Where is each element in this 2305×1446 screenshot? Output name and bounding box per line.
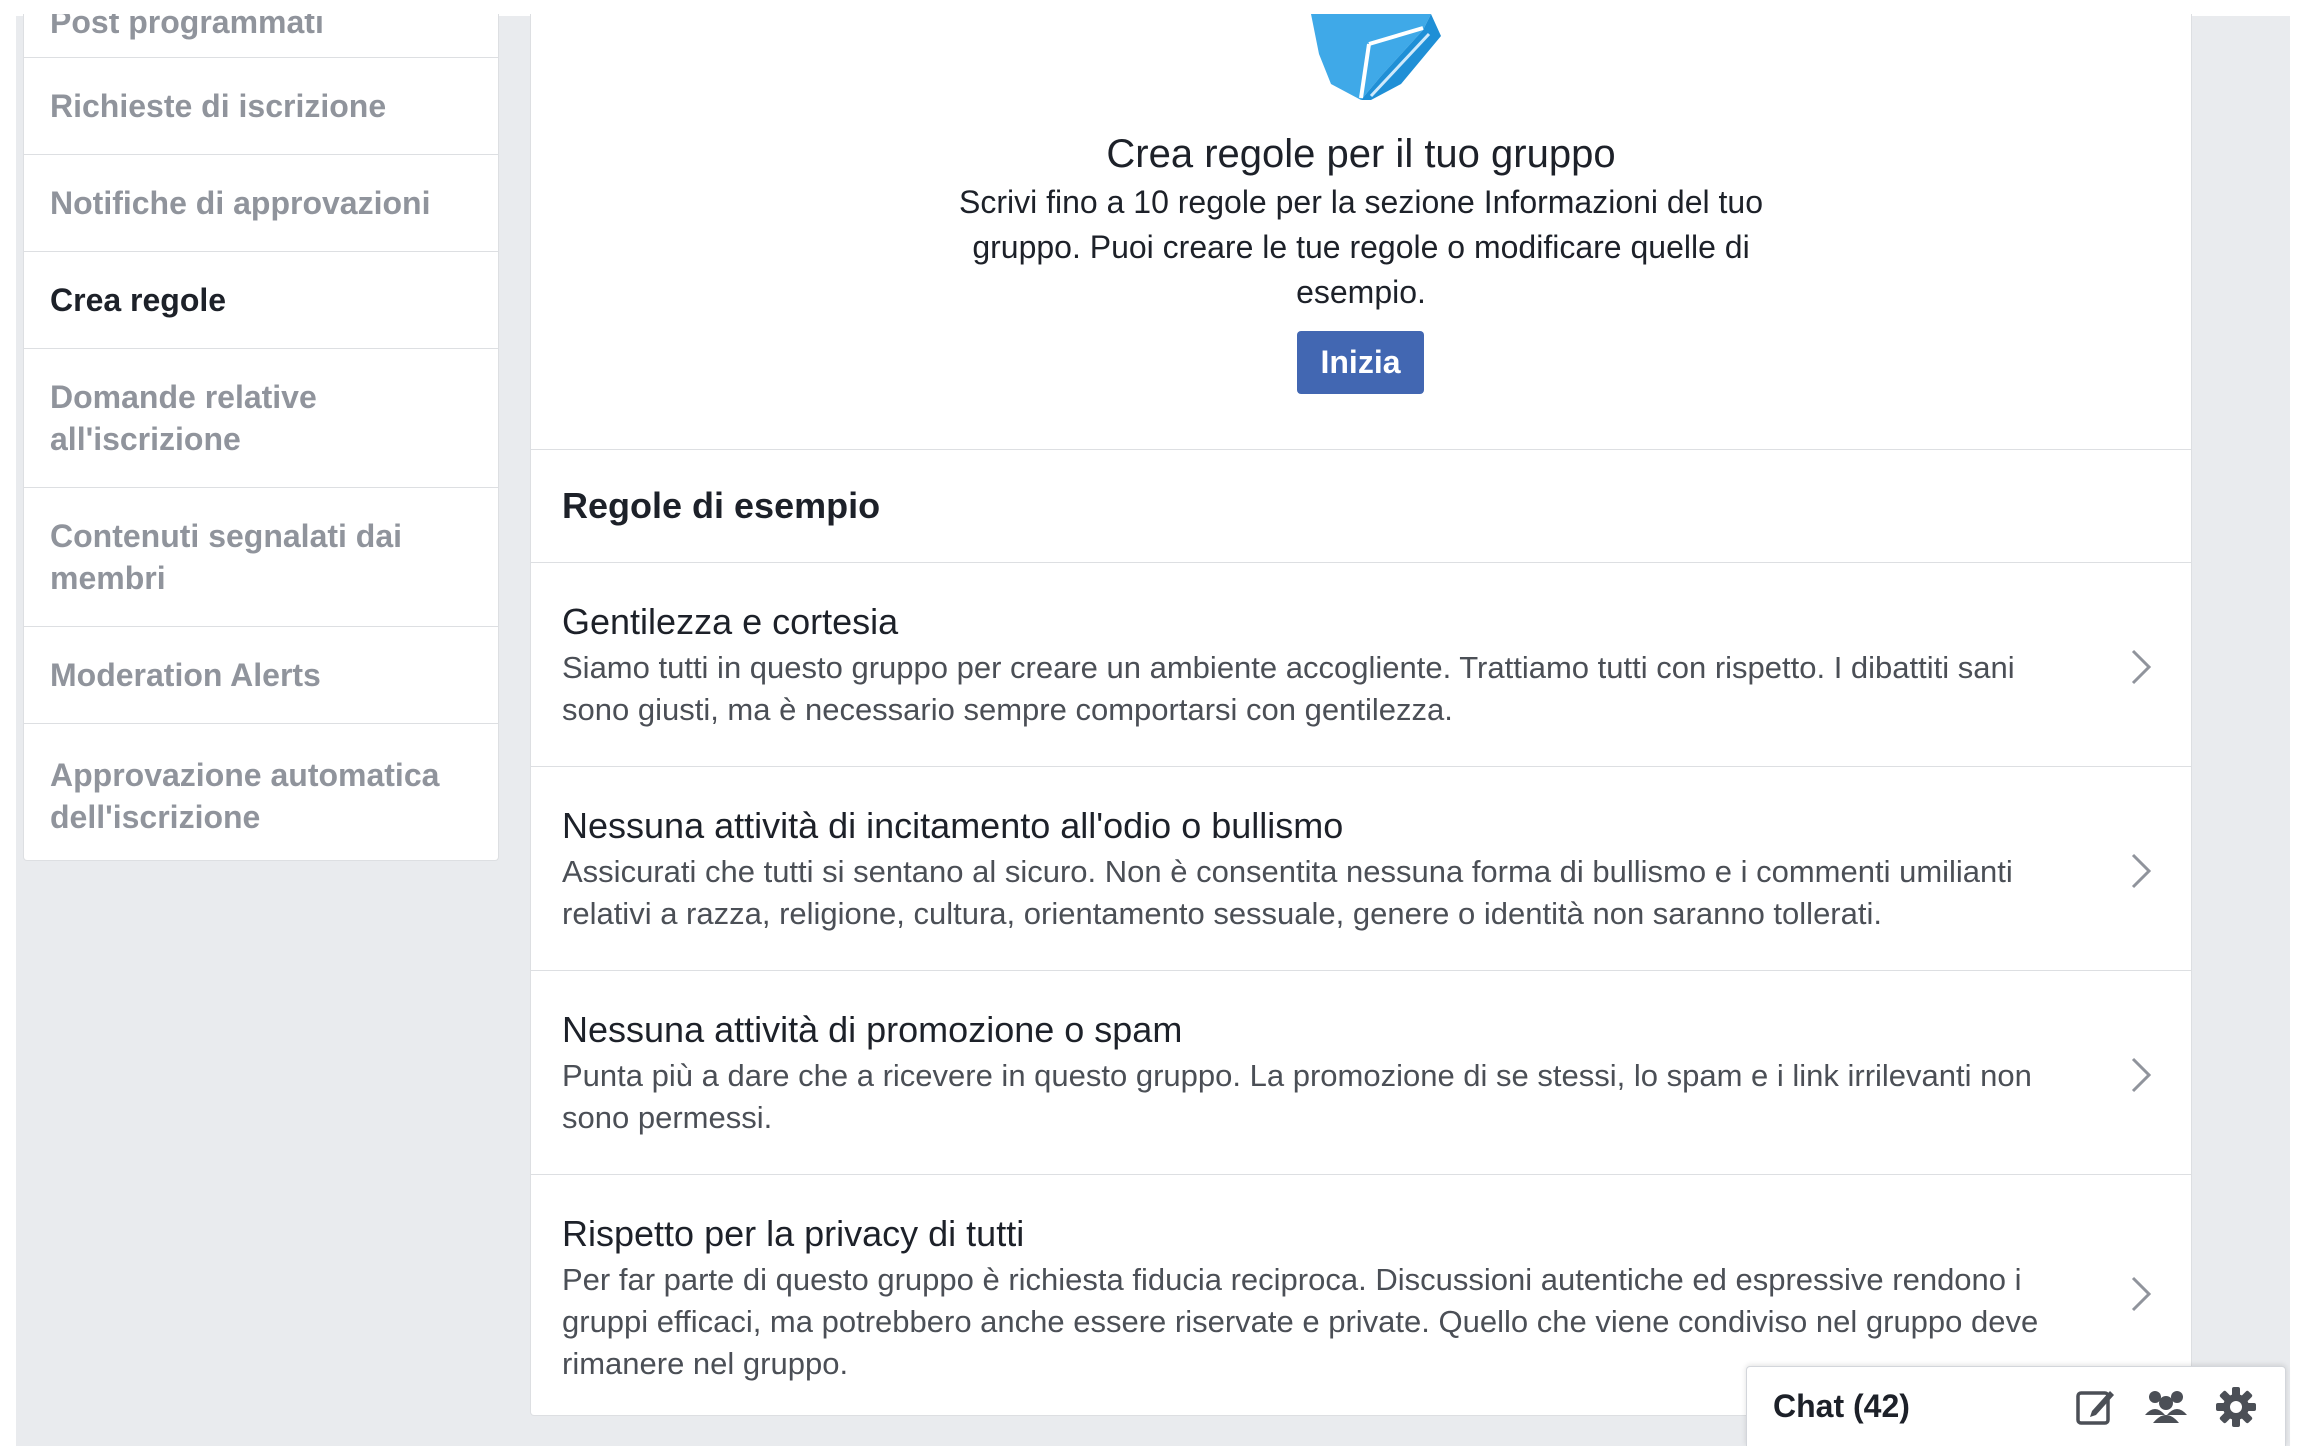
sidebar-item-label: Richieste di iscrizione: [50, 88, 387, 124]
sidebar-item-label: Post programmati: [50, 14, 324, 40]
create-rules-hero: Crea regole per il tuo gruppo Scrivi fin…: [531, 14, 2191, 450]
hero-description: Scrivi fino a 10 regole per la sezione I…: [959, 184, 1763, 310]
group-admin-sidebar: Post programmati Richieste di iscrizione…: [23, 14, 499, 861]
rule-title: Rispetto per la privacy di tutti: [562, 1213, 1025, 1254]
sidebar-item-label: Approvazione automatica dell'iscrizione: [50, 757, 440, 835]
start-button[interactable]: Inizia: [1297, 331, 1424, 394]
rule-title: Nessuna attività di promozione o spam: [562, 1009, 1183, 1050]
sidebar-item-auto-approve-membership[interactable]: Approvazione automatica dell'iscrizione: [24, 724, 498, 861]
sidebar-item-membership-questions[interactable]: Domande relative all'iscrizione: [24, 349, 498, 488]
sidebar-item-label: Domande relative all'iscrizione: [50, 379, 317, 457]
sidebar-item-approval-notifications[interactable]: Notifiche di approvazioni: [24, 155, 498, 252]
create-rules-panel: Crea regole per il tuo gruppo Scrivi fin…: [530, 14, 2192, 1416]
rule-title: Nessuna attività di incitamento all'odio…: [562, 805, 1344, 846]
chevron-right-icon: [2131, 1057, 2152, 1093]
rule-description: Assicurati che tutti si sentano al sicur…: [562, 854, 2013, 931]
chevron-right-icon: [2131, 853, 2152, 889]
sidebar-item-moderation-alerts[interactable]: Moderation Alerts: [24, 627, 498, 724]
example-rule-item[interactable]: Nessuna attività di incitamento all'odio…: [531, 767, 2191, 971]
sidebar-item-member-reported-content[interactable]: Contenuti segnalati dai membri: [24, 488, 498, 627]
rule-description: Punta più a dare che a ricevere in quest…: [562, 1058, 2032, 1135]
chat-open-button[interactable]: Chat (42): [1773, 1388, 2049, 1425]
left-edge: [0, 0, 16, 1446]
sidebar-item-membership-requests[interactable]: Richieste di iscrizione: [24, 58, 498, 155]
sidebar-item-label: Notifiche di approvazioni: [50, 185, 431, 221]
people-icon[interactable]: [2143, 1384, 2189, 1430]
sidebar-item-create-rules[interactable]: Crea regole: [24, 252, 498, 349]
chevron-right-icon: [2131, 1276, 2152, 1312]
example-rules-header: Regole di esempio: [531, 450, 2191, 563]
hero-title: Crea regole per il tuo gruppo: [1106, 132, 1616, 176]
sidebar-item-label: Crea regole: [50, 282, 227, 318]
example-rule-item[interactable]: Gentilezza e cortesia Siamo tutti in que…: [531, 563, 2191, 767]
sidebar-item-scheduled-posts[interactable]: Post programmati: [24, 14, 498, 58]
sidebar-item-label: Contenuti segnalati dai membri: [50, 518, 403, 596]
example-rule-item[interactable]: Nessuna attività di promozione o spam Pu…: [531, 971, 2191, 1175]
chevron-right-icon: [2131, 649, 2152, 685]
sidebar-item-label: Moderation Alerts: [50, 657, 321, 693]
rules-book-illustration-icon: [1311, 14, 1441, 100]
rule-description: Siamo tutti in questo gruppo per creare …: [562, 650, 2015, 727]
right-edge: [2290, 0, 2305, 1446]
chat-bar: Chat (42): [1746, 1366, 2286, 1446]
compose-icon[interactable]: [2073, 1384, 2119, 1430]
rule-title: Gentilezza e cortesia: [562, 601, 899, 642]
gear-icon[interactable]: [2213, 1384, 2259, 1430]
